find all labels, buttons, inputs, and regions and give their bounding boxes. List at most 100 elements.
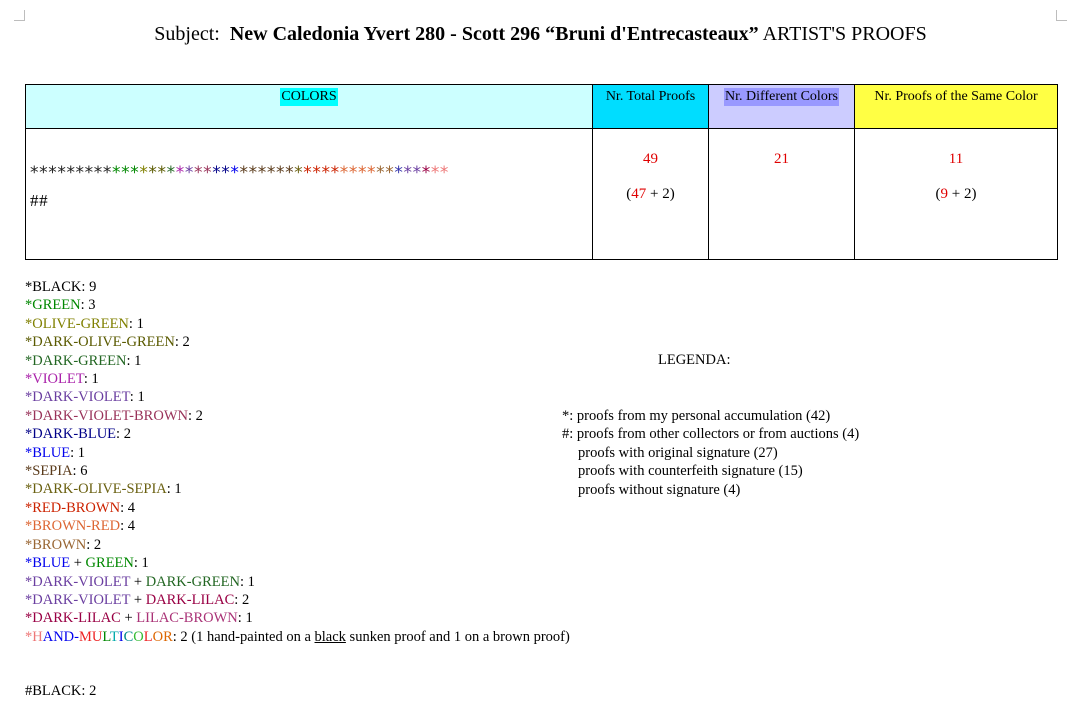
list-item: *BROWN-RED: 4 — [25, 518, 135, 535]
page-corner-mark-right — [1056, 10, 1067, 21]
total-value: 49 — [643, 151, 658, 167]
color-star: * — [376, 163, 386, 183]
color-star: * — [121, 163, 131, 183]
list-item: *DARK-VIOLET: 1 — [25, 389, 145, 406]
list-item: *GREEN: 3 — [25, 297, 96, 314]
color-star: * — [184, 163, 194, 183]
color-stars: ****************************************… — [26, 129, 592, 215]
star-sequence: ****************************************… — [30, 163, 449, 183]
list-item: *RED-BROWN: 4 — [25, 499, 135, 516]
list-item: *DARK-VIOLET + DARK-LILAC: 2 — [25, 591, 250, 608]
legend-title: LEGENDA: — [658, 352, 731, 368]
proofs-table: COLORS Nr. Total Proofs Nr. Different Co… — [25, 84, 1058, 260]
title-bold: New Caledonia Yvert 280 - Scott 296 “Bru… — [229, 23, 759, 45]
header-colors: COLORS — [25, 84, 593, 129]
list-item: *DARK-GREEN: 1 — [25, 352, 142, 369]
list-item: *DARK-BLUE: 2 — [25, 426, 131, 443]
legend-line: proofs with original signature (27) — [578, 444, 778, 461]
color-star: * — [266, 163, 276, 183]
color-star: * — [275, 163, 286, 183]
color-star: * — [248, 163, 258, 183]
color-star: * — [84, 163, 94, 183]
color-star: * — [212, 163, 222, 183]
color-star: * — [357, 163, 368, 183]
total-extra: 2 — [662, 186, 670, 202]
color-star: * — [130, 163, 140, 183]
color-star: * — [412, 163, 422, 183]
table-header-row: COLORS Nr. Total Proofs Nr. Different Co… — [25, 84, 1058, 129]
same-main: 9 — [940, 186, 949, 202]
color-star: * — [339, 163, 349, 183]
color-star: * — [75, 163, 85, 183]
color-star: * — [111, 163, 122, 183]
list-item: *SEPIA: 6 — [25, 463, 88, 480]
color-star: * — [148, 163, 158, 183]
same-extra: 2 — [963, 186, 972, 202]
color-star: * — [157, 163, 167, 183]
header-different-label: Nr. Different Colors — [724, 88, 839, 106]
total-breakdown: (47 + 2) — [626, 186, 675, 202]
same-value: 11 — [948, 151, 964, 167]
colors-list: *BLACK: 9 *GREEN: 3 *OLIVE-GREEN: 1 *DAR… — [25, 278, 570, 701]
legend-line: proofs with counterfeith signature (15) — [578, 463, 803, 480]
list-item: *BLUE: 1 — [25, 444, 86, 461]
list-item: *BLUE + GREEN: 1 — [25, 555, 149, 572]
color-star: * — [421, 163, 431, 183]
color-star: * — [102, 163, 112, 183]
list-item: *DARK-OLIVE-SEPIA: 1 — [25, 481, 182, 498]
document-title: Subject: New Caledonia Yvert 280 - Scott… — [0, 23, 1081, 46]
color-star: * — [348, 163, 358, 183]
legend-line: #: proofs from other collectors or from … — [562, 426, 860, 443]
color-star: * — [439, 163, 450, 183]
different-value: 21 — [774, 151, 789, 167]
color-star: * — [430, 163, 440, 183]
page-corner-mark-left — [14, 10, 25, 21]
color-star: * — [203, 163, 213, 183]
color-star: * — [257, 163, 267, 183]
color-star: * — [385, 163, 395, 183]
different-cell: 21 — [708, 128, 855, 260]
header-same-label: Nr. Proofs of the Same Color — [874, 89, 1038, 104]
color-star: * — [166, 163, 176, 183]
color-star: * — [321, 163, 331, 183]
color-star: * — [175, 163, 185, 183]
same-cell: 11 (9 + 2) — [854, 128, 1058, 260]
header-total: Nr. Total Proofs — [592, 84, 709, 129]
list-item: *DARK-VIOLET-BROWN: 2 — [25, 407, 203, 424]
total-main: 47 — [631, 186, 647, 202]
color-star: * — [330, 163, 340, 183]
list-item: #BLACK: 2 — [25, 683, 97, 700]
total-cell: 49 (47 + 2) — [592, 128, 709, 260]
legend-line: *: proofs from my personal accumulation … — [562, 408, 831, 424]
list-item: *BROWN: 2 — [25, 536, 102, 553]
hash-marks: ## — [30, 191, 49, 210]
color-star: * — [294, 163, 304, 183]
same-breakdown: (9 + 2) — [935, 186, 977, 202]
title-prefix: Subject: — [154, 23, 220, 45]
colors-cell: ****************************************… — [25, 128, 593, 260]
legend-line: proofs without signature (4) — [578, 481, 741, 498]
color-star: * — [66, 163, 76, 183]
list-item: *HAND-MULTICOLOR: 2 (1 hand-painted on a… — [25, 628, 570, 645]
list-item: *BLACK: 9 — [25, 279, 97, 295]
color-star: * — [39, 163, 49, 183]
color-star: * — [30, 163, 40, 183]
color-star: * — [312, 163, 322, 183]
color-star: * — [367, 163, 377, 183]
list-item: *OLIVE-GREEN: 1 — [25, 315, 144, 332]
header-same: Nr. Proofs of the Same Color — [854, 84, 1058, 129]
color-star: * — [403, 163, 413, 183]
legend: *: proofs from my personal accumulation … — [562, 407, 859, 499]
color-star: * — [93, 163, 103, 183]
table-data-row: ****************************************… — [25, 128, 1058, 260]
color-star: * — [230, 163, 240, 183]
color-star: * — [193, 163, 204, 183]
color-star: * — [239, 163, 249, 183]
list-item: *DARK-OLIVE-GREEN: 2 — [25, 334, 190, 351]
header-colors-label: COLORS — [280, 88, 338, 106]
color-star: * — [285, 163, 295, 183]
header-total-label: Nr. Total Proofs — [605, 89, 696, 104]
list-item: *VIOLET: 1 — [25, 371, 99, 388]
header-different: Nr. Different Colors — [708, 84, 855, 129]
color-star: * — [48, 163, 58, 183]
